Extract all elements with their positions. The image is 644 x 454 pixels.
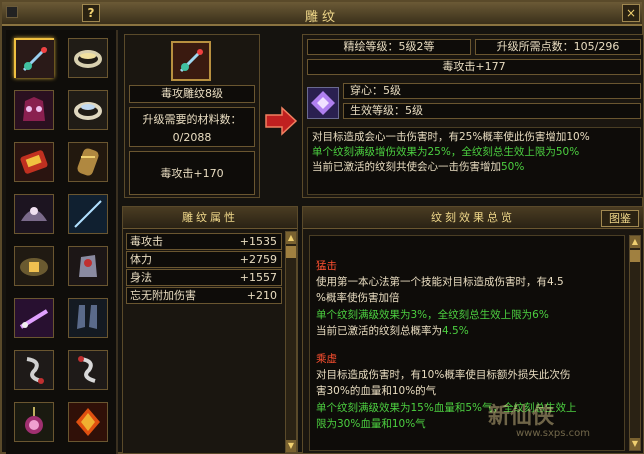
effect-line: %概率使伤害加倍 (316, 292, 400, 305)
ring-icon (69, 91, 107, 129)
property-row: 毒攻击 +1535 (126, 233, 282, 250)
close-button[interactable]: × (622, 4, 640, 22)
next-attribute: 毒攻击+177 (307, 59, 641, 75)
equipment-slot-grid (6, 30, 118, 454)
scroll-up-icon[interactable]: ▲ (286, 232, 296, 244)
effect-description: 对目标造成会心一击伤害时，有25%概率使此伤害增加10% 单个纹刻满级增伤效果为… (307, 127, 641, 195)
carve-name: 毒攻雕纹8级 (129, 85, 255, 103)
effect-divider (316, 339, 620, 351)
slot-charm[interactable] (14, 350, 54, 390)
slot-bracer[interactable] (68, 142, 108, 182)
slot-blade[interactable] (68, 194, 108, 234)
title-bar[interactable]: ? 雕纹 × (2, 2, 642, 26)
helmet-icon (15, 195, 53, 233)
boots-icon (69, 299, 107, 337)
slot-ring-2[interactable] (68, 90, 108, 130)
material-value: 0/2088 (172, 131, 212, 144)
effect-line: 单个纹刻满级效果为3%，全纹刻总生效上限为6% (316, 308, 549, 321)
upgrade-panel: 精绘等级：5级2等 升级所需点数：105/296 毒攻击+177 穿心：5级 生… (302, 34, 644, 198)
property-label: 体力 (130, 253, 152, 266)
ring-icon (69, 39, 107, 77)
property-value: +1535 (239, 235, 277, 248)
scroll-up-icon[interactable]: ▲ (630, 236, 640, 248)
scroll-thumb[interactable] (286, 246, 296, 258)
scroll-down-icon[interactable]: ▼ (286, 440, 296, 452)
effect-line: 对目标造成伤害时，有10%概率使目标额外损失此次伤 (316, 369, 571, 382)
slot-charm-2[interactable] (68, 350, 108, 390)
slot-belt[interactable] (14, 246, 54, 286)
property-label: 忘无附加伤害 (130, 289, 196, 302)
slot-boots[interactable] (68, 298, 108, 338)
slot-amulet[interactable] (14, 402, 54, 442)
effect-level: 生效等级：5级 (343, 103, 641, 119)
effect-line-value: 4.5% (442, 324, 469, 337)
slot-sword[interactable] (14, 38, 54, 78)
material-label: 升级需要的材料数： (142, 113, 242, 126)
property-value: +210 (246, 289, 277, 302)
effect-line: 使用第一本心法第一个技能对目标造成伤害时，有4.5 (316, 276, 564, 289)
points-needed: 升级所需点数：105/296 (475, 39, 641, 55)
sword-icon (16, 40, 54, 78)
slot-scroll[interactable] (14, 142, 54, 182)
refine-level: 精绘等级：5级2等 (307, 39, 471, 55)
effects-title: 纹刻效果总览 (303, 207, 643, 229)
charm-icon (15, 351, 53, 389)
desc-line-3-value: 50% (501, 161, 525, 173)
property-value: +2759 (239, 253, 277, 266)
effect-line-text: 当前已激活的纹刻总概率为 (316, 324, 442, 337)
slot-helmet[interactable] (14, 194, 54, 234)
slot-dagger[interactable] (14, 298, 54, 338)
pierce-icon[interactable] (307, 87, 339, 119)
belt-icon (15, 247, 53, 285)
slot-mask[interactable] (14, 90, 54, 130)
scroll-icon (15, 143, 53, 181)
slot-gauntlet[interactable] (68, 246, 108, 286)
desc-line-1: 对目标造成会心一击伤害时，有25%概率使此伤害增加10% (312, 131, 590, 143)
property-row: 忘无附加伤害 +210 (126, 287, 282, 304)
blade-icon (69, 195, 107, 233)
bracer-icon (69, 143, 107, 181)
gem-icon (69, 403, 107, 441)
upgrade-arrow-icon (265, 106, 298, 136)
carve-info-panel: 毒攻雕纹8级 升级需要的材料数： 0/2088 毒攻击+170 (124, 34, 260, 198)
material-box: 升级需要的材料数： 0/2088 (129, 107, 255, 147)
properties-scrollbar[interactable]: ▲ ▼ (285, 231, 297, 453)
property-row: 身法 +1557 (126, 269, 282, 286)
watermark-url: www.sxps.com (516, 428, 591, 439)
desc-line-3-text: 当前已激活的纹刻共使会心一击伤害增加 (312, 161, 501, 173)
property-label: 毒攻击 (130, 235, 163, 248)
properties-title: 雕纹属性 (123, 207, 297, 229)
window-title: 雕纹 (304, 10, 339, 25)
mask-icon (15, 91, 53, 129)
carve-properties-panel: 雕纹属性 毒攻击 +1535 体力 +2759 身法 +1557 忘无附加伤害 +210… (122, 206, 298, 454)
slot-ring[interactable] (68, 38, 108, 78)
carve-icon[interactable] (171, 41, 211, 81)
carve-window: ? 雕纹 × 毒攻雕纹8级 升级需要的材料数： 0/2088 毒攻击+170 精… (0, 0, 644, 454)
property-value: +1557 (239, 271, 277, 284)
amulet-icon (15, 403, 53, 441)
desc-line-3: 当前已激活的纹刻共使会心一击伤害增加50% (312, 160, 636, 175)
current-attribute: 毒攻击+170 (129, 151, 255, 195)
watermark-brand: 新仙侠 (488, 404, 555, 429)
effect-name: 乘虚 (316, 353, 337, 366)
charm-icon (69, 351, 107, 389)
gauntlet-icon (69, 247, 107, 285)
scroll-thumb[interactable] (630, 250, 640, 262)
slot-label: 穿心：5级 (343, 83, 641, 99)
property-label: 身法 (130, 271, 152, 284)
desc-line-2: 单个纹刻满级增伤效果为25%，全纹刻总生效上限为50% (312, 146, 580, 158)
dagger-icon (15, 299, 53, 337)
site-watermark: 新仙侠 www.sxps.com (488, 398, 638, 452)
slot-gem[interactable] (68, 402, 108, 442)
effect-line: 当前已激活的纹刻总概率为4.5% (316, 323, 620, 339)
atlas-button[interactable]: 图鉴 (601, 210, 639, 227)
property-row: 体力 +2759 (126, 251, 282, 268)
effect-name: 猛击 (316, 260, 337, 272)
